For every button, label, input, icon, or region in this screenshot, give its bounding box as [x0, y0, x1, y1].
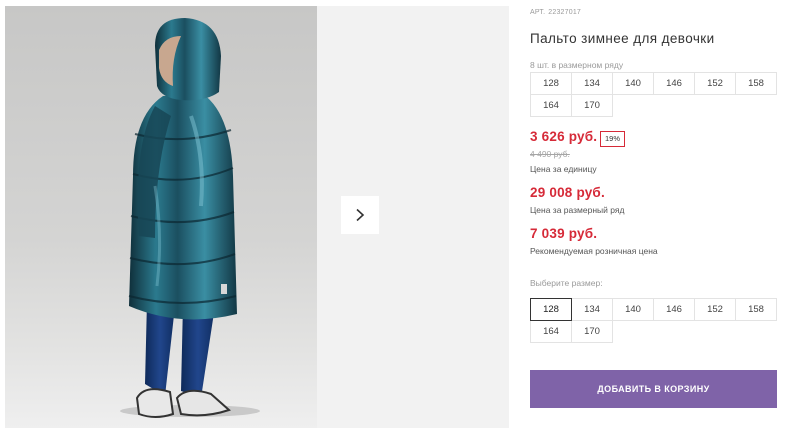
size-row-cell: 134: [571, 72, 613, 95]
size-row-count: 8 шт. в размерном ряду: [530, 60, 624, 70]
size-option-128[interactable]: 128: [530, 298, 572, 321]
size-option-158[interactable]: 158: [735, 298, 777, 321]
retail-price: 7 039 руб.: [530, 226, 598, 241]
sku-number: 22327017: [548, 9, 582, 16]
add-to-cart-button[interactable]: ДОБАВИТЬ В КОРЗИНУ: [530, 370, 777, 408]
product-main-photo[interactable]: [5, 6, 317, 428]
unit-price: 3 626 руб.: [530, 129, 598, 144]
size-selector: 128 134 140 146 152 158 164 170: [530, 298, 782, 343]
size-row-cell: 146: [653, 72, 695, 95]
size-row-cell: 164: [530, 94, 572, 117]
coat-photo-illustration: [120, 18, 260, 418]
size-row-cell: 170: [571, 94, 613, 117]
retail-price-caption: Рекомендуемая розничная цена: [530, 246, 658, 256]
unit-price-caption: Цена за единицу: [530, 164, 597, 174]
row-price-caption: Цена за размерный ряд: [530, 205, 625, 215]
product-title: Пальто зимнее для девочки: [530, 31, 715, 46]
old-price: 4 490 руб.: [530, 149, 570, 159]
chevron-right-icon: [356, 208, 365, 222]
size-select-label: Выберите размер:: [530, 278, 603, 288]
product-gallery: [0, 0, 509, 428]
size-row-cell: 128: [530, 72, 572, 95]
product-info-panel: АРТ. 22327017 Пальто зимнее для девочки 8…: [530, 0, 800, 428]
next-photo-button[interactable]: [341, 196, 379, 234]
size-option-146[interactable]: 146: [653, 298, 695, 321]
size-option-152[interactable]: 152: [694, 298, 736, 321]
size-row-cell: 140: [612, 72, 654, 95]
size-row-grid: 128 134 140 146 152 158 164 170: [530, 72, 782, 117]
row-price: 29 008 руб.: [530, 185, 605, 200]
size-row-cell: 158: [735, 72, 777, 95]
size-row-cell: 152: [694, 72, 736, 95]
size-option-134[interactable]: 134: [571, 298, 613, 321]
discount-badge: 19%: [600, 131, 626, 147]
size-option-170[interactable]: 170: [571, 320, 613, 343]
size-option-140[interactable]: 140: [612, 298, 654, 321]
sku-label: АРТ.: [530, 9, 546, 16]
sku: АРТ. 22327017: [530, 9, 581, 16]
size-option-164[interactable]: 164: [530, 320, 572, 343]
